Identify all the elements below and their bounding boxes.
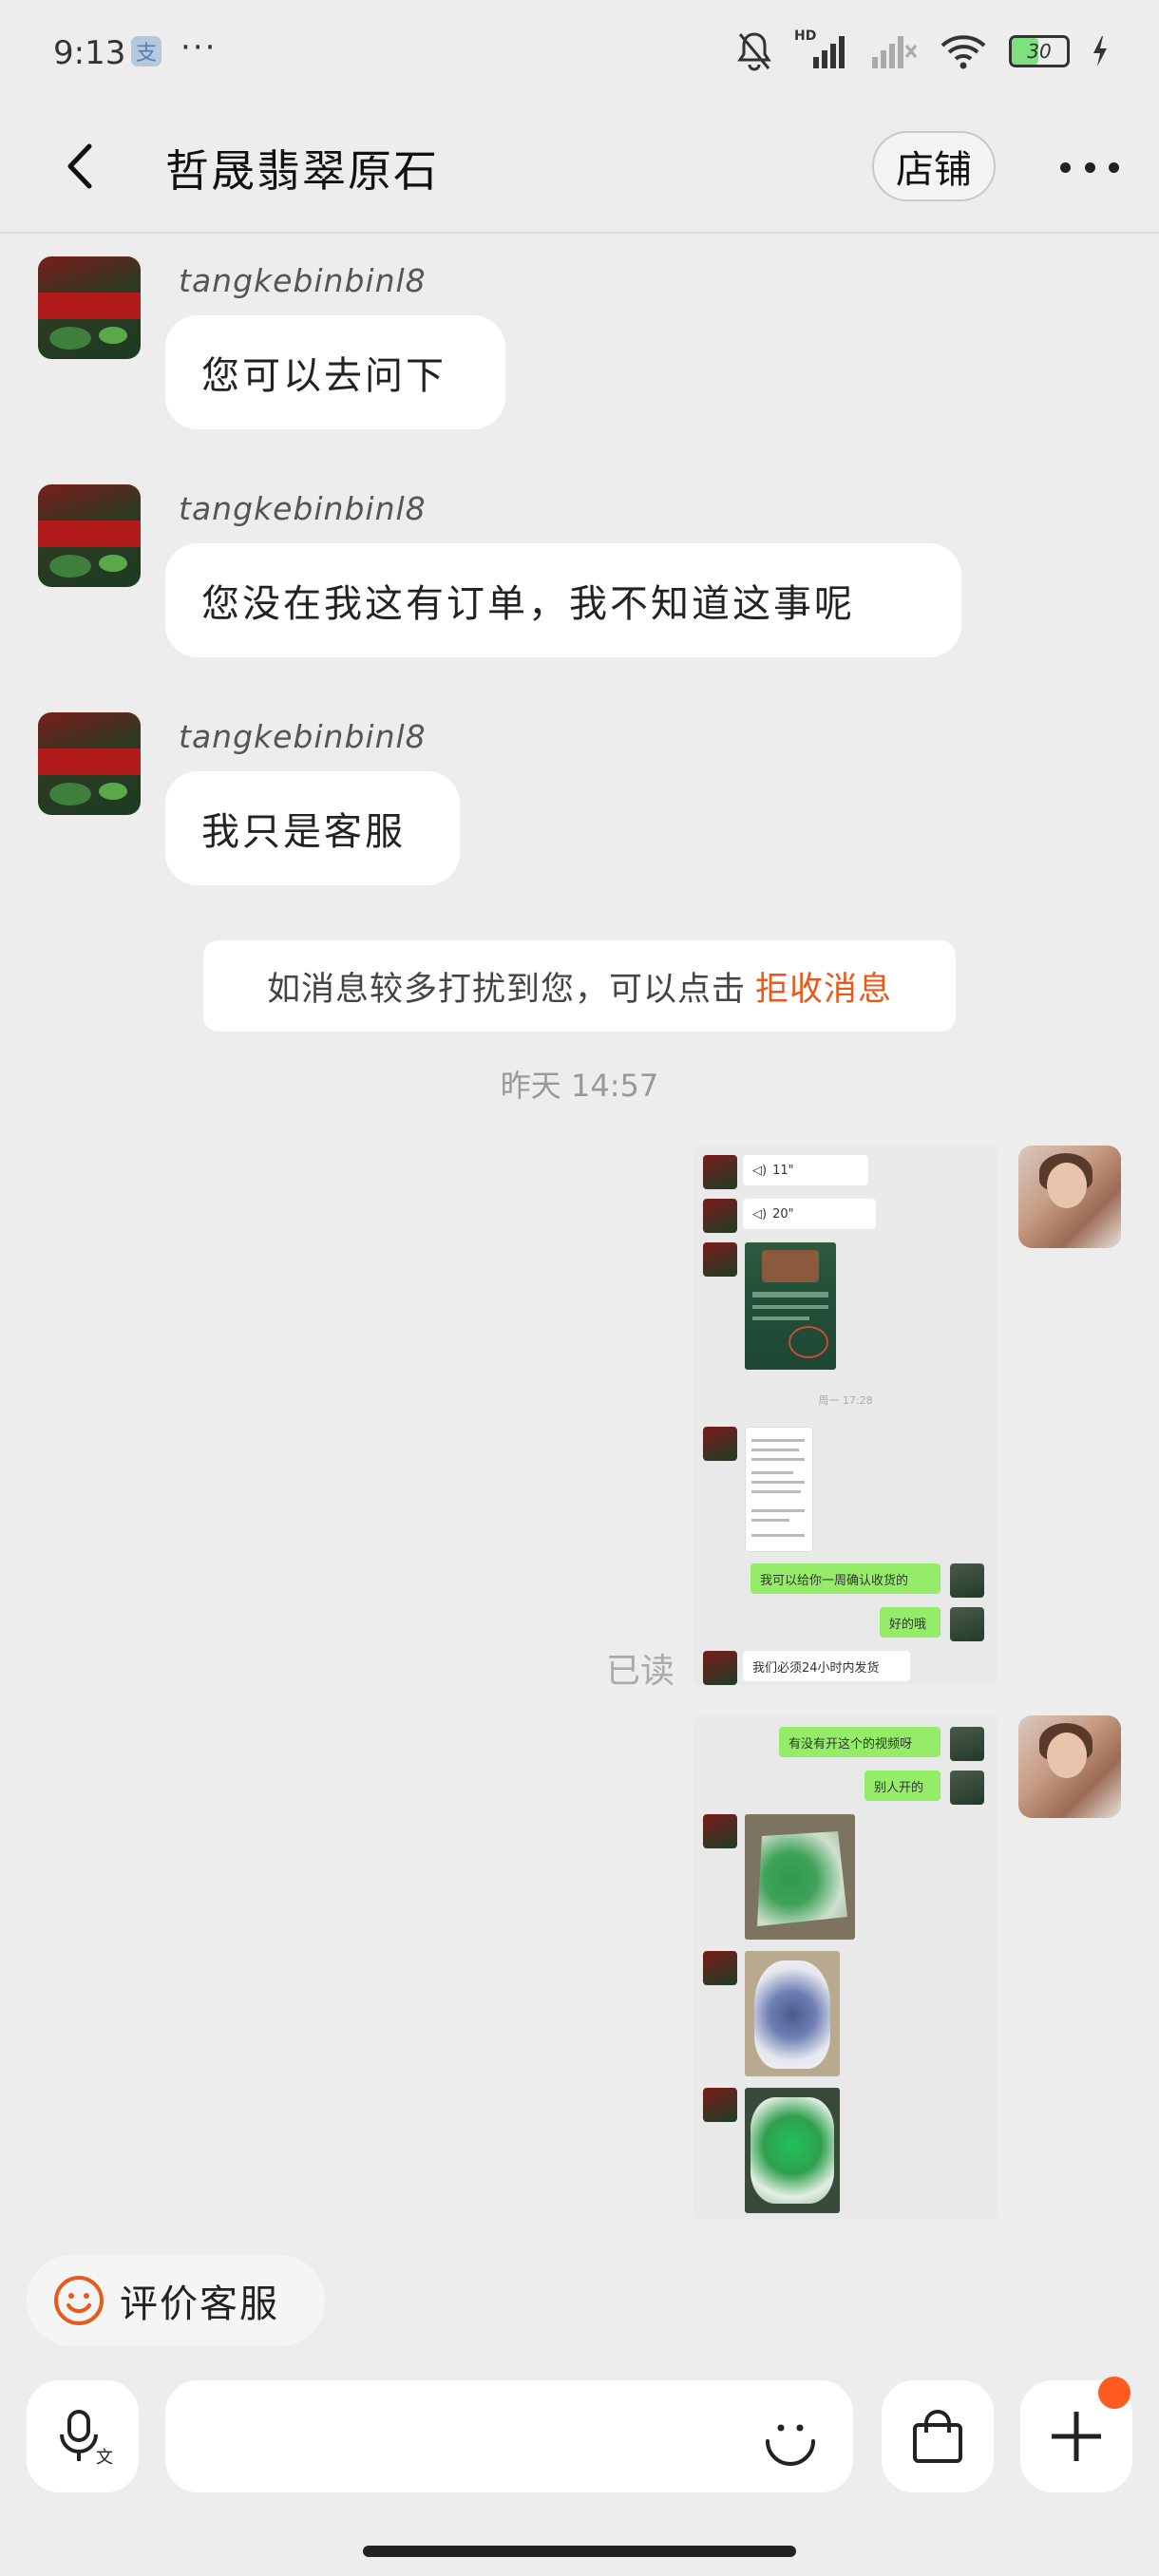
- emoji-icon[interactable]: [760, 2407, 821, 2468]
- message-timestamp: 昨天 14:57: [500, 1068, 659, 1104]
- document-preview: [745, 1427, 813, 1552]
- status-time: 9:13: [53, 34, 126, 72]
- voice-icon: ◁): [752, 1163, 768, 1178]
- header-divider: [0, 232, 1159, 234]
- user-avatar[interactable]: [1018, 1715, 1121, 1818]
- outgoing-message-preview: 我可以给你一周确认收货的: [750, 1563, 940, 1594]
- alipay-notification-icon: 支: [131, 36, 162, 66]
- mute-bell-icon: [737, 32, 771, 71]
- incoming-message-preview: 我们必须24小时内发货: [743, 1651, 910, 1681]
- sender-name: tangkebinbinl8: [179, 490, 427, 527]
- shop-avatar[interactable]: [38, 484, 141, 587]
- message-bubble[interactable]: 我只是客服: [165, 771, 460, 885]
- read-status: 已读: [606, 1652, 675, 1691]
- jade-photo: [745, 1814, 855, 1940]
- shopping-bag-icon: [913, 2410, 962, 2463]
- jade-photo: [745, 1951, 840, 2076]
- message-bubble[interactable]: 您可以去问下: [165, 315, 505, 429]
- smiley-icon: [54, 2276, 104, 2325]
- outgoing-message-preview: 有没有开这个的视频呀: [779, 1727, 940, 1757]
- chat-screenshot-image[interactable]: ◁) 11" ◁) 20" 周一 17:28 我可以给你一周确认收货的 好的哦 我们…: [694, 1146, 998, 1685]
- jade-photo: [745, 2088, 840, 2213]
- signal-hd-icon: HD: [794, 28, 847, 70]
- voice-message-preview: ◁) 20": [743, 1199, 876, 1229]
- dot-icon: [1084, 161, 1095, 173]
- reject-messages-link[interactable]: 拒收消息: [755, 962, 892, 1011]
- dot-icon: [1109, 161, 1119, 173]
- wifi-icon: [940, 35, 986, 69]
- sender-name: tangkebinbinl8: [179, 262, 427, 299]
- battery-icon: 30: [1009, 35, 1070, 67]
- message-bubble[interactable]: 您没在我这有订单，我不知道这事呢: [165, 543, 961, 657]
- dot-icon: [1060, 161, 1071, 173]
- voice-message-preview: ◁) 11": [743, 1155, 868, 1185]
- charging-icon: [1093, 36, 1107, 66]
- more-notifications-icon: ···: [180, 28, 218, 66]
- microphone-icon: 文: [60, 2410, 113, 2467]
- notice-text: 如消息较多打扰到您，可以点击: [266, 970, 746, 1009]
- chevron-left-icon: [67, 143, 92, 189]
- voice-icon: ◁): [752, 1206, 768, 1222]
- user-avatar[interactable]: [1018, 1146, 1121, 1248]
- outgoing-message-preview: 别人开的: [864, 1771, 940, 1801]
- order-button[interactable]: [882, 2380, 994, 2492]
- svg-text:文: 文: [96, 2448, 113, 2467]
- signal-empty-icon: [872, 36, 918, 68]
- outgoing-message-preview: 好的哦: [880, 1607, 940, 1638]
- message-input[interactable]: [165, 2380, 853, 2492]
- product-card-preview: [745, 1242, 836, 1370]
- sender-name: tangkebinbinl8: [179, 718, 427, 755]
- shop-avatar[interactable]: [38, 712, 141, 815]
- page-title: 哲晟翡翠原石: [165, 145, 439, 197]
- shop-button[interactable]: 店铺: [872, 131, 996, 201]
- reject-messages-notice: 如消息较多打扰到您，可以点击 拒收消息: [203, 940, 956, 1032]
- voice-input-button[interactable]: 文: [27, 2380, 139, 2492]
- plus-icon: [1052, 2412, 1101, 2461]
- status-icons: HD 30: [735, 28, 1110, 72]
- notification-dot: [1098, 2377, 1130, 2409]
- chat-screenshot-image[interactable]: 有没有开这个的视频呀 别人开的: [694, 1715, 998, 2219]
- home-indicator[interactable]: [363, 2546, 796, 2557]
- inner-timestamp: 周一 17:28: [818, 1394, 873, 1407]
- more-options-button[interactable]: [1060, 148, 1119, 186]
- back-button[interactable]: [57, 141, 108, 192]
- rate-service-label: 评价客服: [120, 2282, 279, 2326]
- shop-avatar[interactable]: [38, 256, 141, 359]
- rate-service-button[interactable]: 评价客服: [27, 2255, 325, 2346]
